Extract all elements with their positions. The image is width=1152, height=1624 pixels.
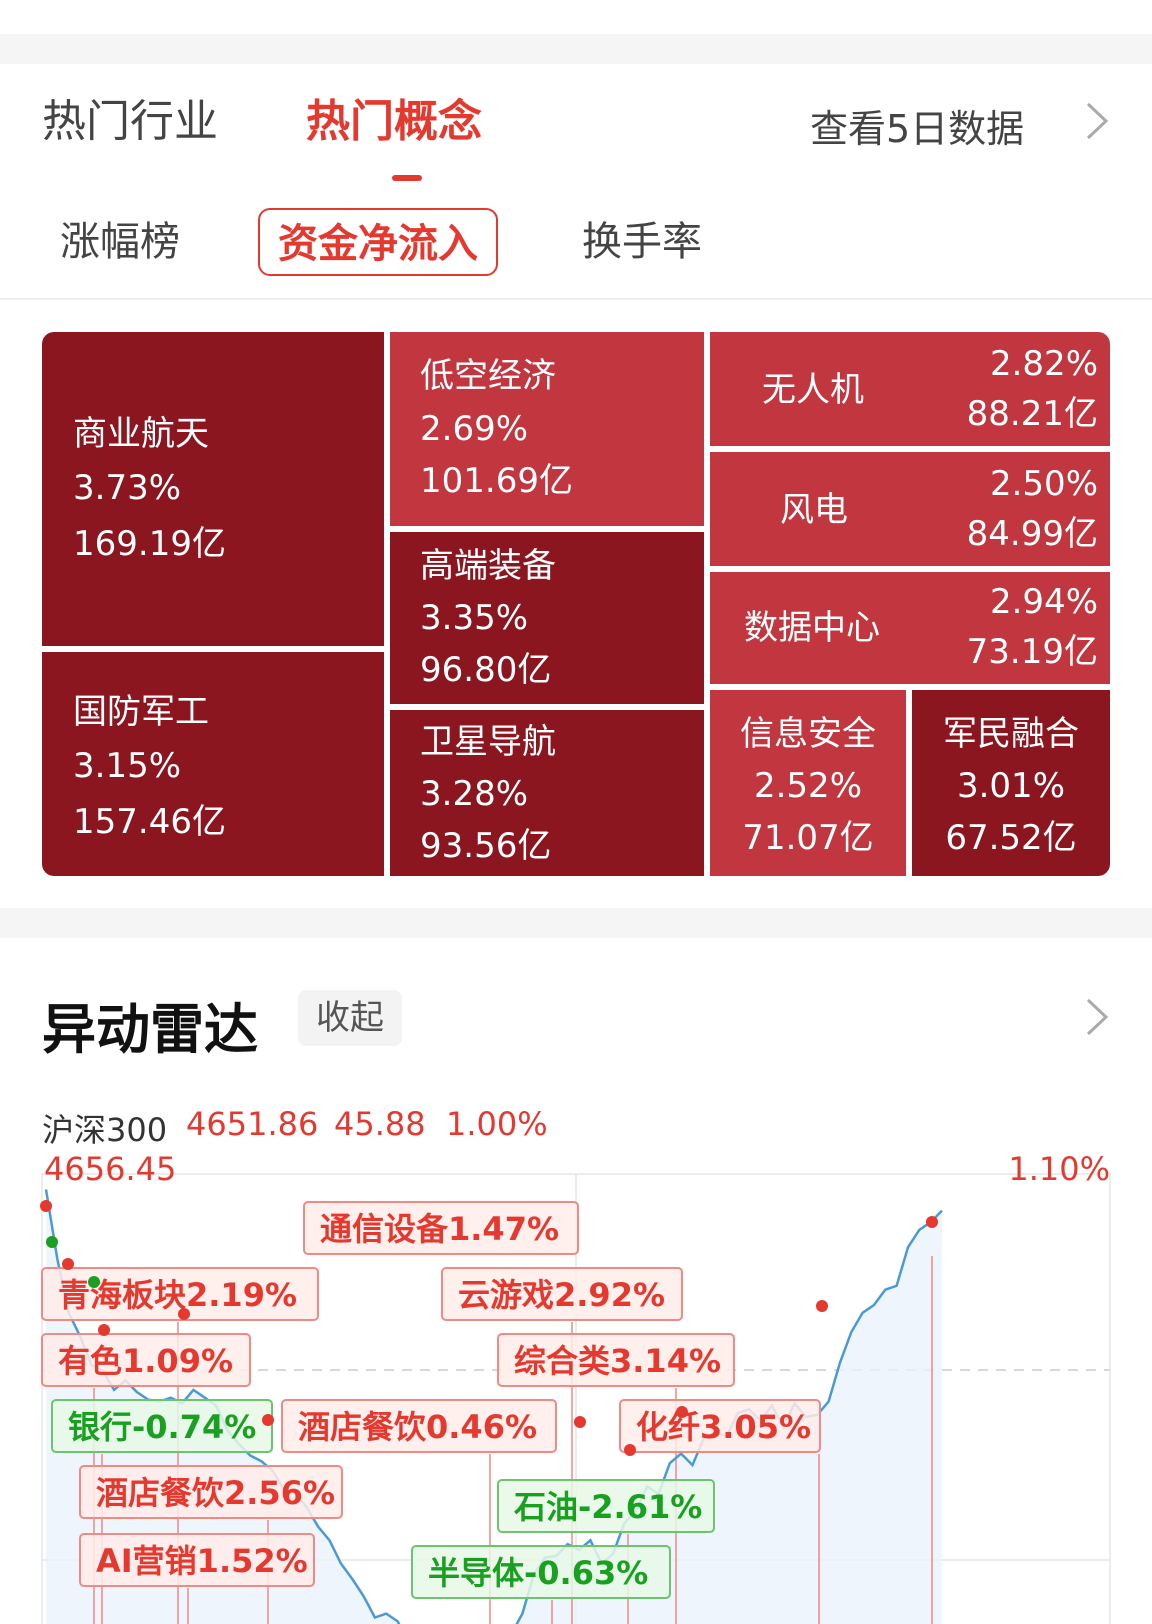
tile-amount: 101.69亿 [420,461,573,501]
divider [0,298,1152,300]
heatmap-tile[interactable]: 卫星导航 3.28% 93.56亿 [390,710,704,876]
event-dot [88,1276,100,1288]
annotation-tag-label: 云游戏2.92% [458,1276,665,1314]
event-dot [178,1308,190,1320]
chevron-right-icon[interactable] [1082,100,1112,149]
tab-hot-industry[interactable]: 热门行业 [42,92,218,152]
tile-amount: 157.46亿 [73,802,226,842]
tile-pct: 2.69% [420,409,529,449]
tile-amount: 73.19亿 [966,632,1098,672]
index-change: 45.88 [334,1105,426,1143]
index-name: 沪深300 [42,1111,168,1149]
tile-amount: 84.99亿 [966,514,1098,554]
radar-title: 异动雷达 [42,998,258,1061]
axis-labels: 4656.45 1.10% [44,1150,1110,1188]
tile-name: 国防军工 [73,692,209,732]
event-dot [40,1200,52,1212]
index-price: 4651.86 [186,1105,319,1143]
heatmap-tile[interactable]: 国防军工 3.15% 157.46亿 [42,652,384,876]
tile-pct: 3.35% [420,598,529,638]
section-divider [0,34,1152,64]
annotation-tag-label: AI营销1.52% [96,1542,308,1580]
event-dot [676,1406,688,1418]
event-dot [98,1324,110,1336]
tile-name: 低空经济 [420,356,556,396]
tile-amount: 67.52亿 [945,818,1077,858]
tile-pct: 2.94% [989,582,1098,622]
tile-pct: 2.82% [989,344,1098,384]
annotation-tag-label: 酒店餐饮0.46% [298,1408,537,1446]
annotation-tag-label: 有色1.09% [58,1342,233,1380]
subtab-rise-rank[interactable]: 涨幅榜 [60,208,180,276]
annotation-tag-label: 石油-2.61% [513,1488,702,1526]
annotation-tag-label: 化纤3.05% [636,1408,811,1446]
tile-pct: 3.15% [73,746,182,786]
y-top-label: 4656.45 [44,1150,176,1188]
tile-name: 商业航天 [73,414,209,454]
tile-name: 卫星导航 [420,722,556,762]
intraday-chart[interactable]: 通信设备1.47%青海板块2.19% 云游戏2.92%有色1.09% 综合类3.14… [0,1150,1152,1624]
heatmap-tile[interactable]: 高端装备 3.35% 96.80亿 [390,532,704,704]
tile-name: 数据中心 [744,608,880,648]
five-day-data-link[interactable]: 查看5日数据 [810,98,1024,153]
heatmap-tile[interactable]: 军民融合 3.01% 67.52亿 [912,690,1110,876]
heatmap-tile[interactable]: 低空经济 2.69% 101.69亿 [390,332,704,526]
heatmap-tile[interactable]: 无人机 2.82% 88.21亿 [710,332,1110,446]
tile-name: 信息安全 [740,714,876,754]
tile-amount: 93.56亿 [420,826,552,866]
section-divider [0,908,1152,938]
tile-name: 无人机 [762,370,864,410]
tile-amount: 71.07亿 [742,818,874,858]
tab-hot-concept[interactable]: 热门概念 [306,92,482,152]
event-dot [62,1258,74,1270]
event-dot [816,1300,828,1312]
heatmap-tile[interactable]: 数据中心 2.94% 73.19亿 [710,572,1110,684]
tile-amount: 88.21亿 [966,394,1098,434]
tile-name: 军民融合 [943,714,1079,754]
heatmap-tile[interactable]: 风电 2.50% 84.99亿 [710,452,1110,566]
event-dot [46,1236,58,1248]
tile-pct: 3.73% [73,468,182,508]
tile-name: 高端装备 [420,546,556,586]
subtab-net-inflow[interactable]: 资金净流入 [258,208,498,276]
chevron-right-icon[interactable] [1082,996,1112,1045]
event-dot [262,1414,274,1426]
heatmap-tile[interactable]: 商业航天 3.73% 169.19亿 [42,332,384,646]
tile-amount: 96.80亿 [420,650,552,690]
tile-name: 风电 [780,490,848,530]
tile-pct: 2.50% [989,464,1098,504]
annotation-tag-label: 酒店餐饮2.56% [96,1474,335,1512]
collapse-button[interactable]: 收起 [298,990,402,1046]
event-dot [624,1444,636,1456]
tile-pct: 3.01% [956,766,1065,806]
index-pct: 1.00% [446,1105,548,1143]
annotation-tag-label: 通信设备1.47% [320,1210,559,1248]
active-tab-indicator [392,175,422,181]
tile-pct: 2.52% [753,766,862,806]
event-dot [574,1416,586,1428]
annotation-tag-label: 综合类3.14% [514,1342,721,1380]
heatmap-tile[interactable]: 信息安全 2.52% 71.07亿 [710,690,906,876]
event-dot [926,1216,938,1228]
annotation-tag-label: 银行-0.74% [68,1408,256,1446]
tile-pct: 3.28% [420,774,529,814]
right-top-label: 1.10% [1008,1150,1110,1188]
tile-amount: 169.19亿 [73,524,226,564]
subtab-turnover[interactable]: 换手率 [582,208,702,276]
annotation-tag-label: 半导体-0.63% [428,1554,648,1592]
